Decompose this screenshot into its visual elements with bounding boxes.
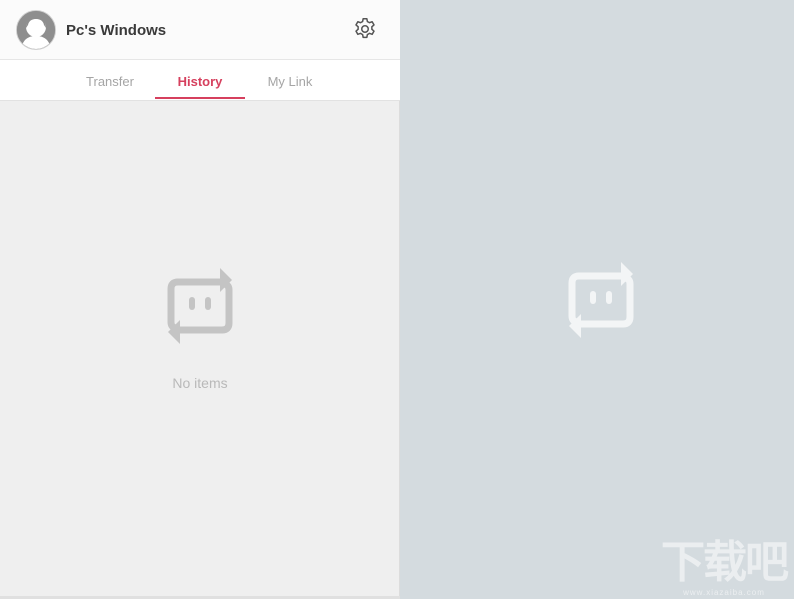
send-anywhere-logo-icon [565, 258, 637, 342]
send-anywhere-logo-icon [164, 264, 236, 348]
avatar[interactable] [16, 10, 56, 50]
tab-transfer[interactable]: Transfer [75, 60, 145, 100]
tab-my-link[interactable]: My Link [255, 60, 325, 100]
watermark-subtext: www.xiazaiba.com [683, 588, 765, 597]
tab-history[interactable]: History [155, 60, 245, 100]
device-name: Pc's Windows [66, 22, 167, 39]
tab-bar: Transfer History My Link [0, 60, 400, 101]
left-panel: Pc's Windows Transfer History My Link No… [0, 0, 400, 599]
user-silhouette-icon [17, 11, 55, 49]
gear-icon [355, 17, 375, 39]
empty-state-text: No items [172, 375, 228, 391]
app-window: Pc's Windows Transfer History My Link No… [0, 0, 794, 599]
settings-button[interactable] [352, 16, 378, 42]
right-panel: 下载吧 www.xiazaiba.com [401, 0, 794, 599]
profile-header: Pc's Windows [0, 0, 400, 60]
watermark: 下载吧 www.xiazaiba.com [657, 538, 791, 598]
active-tab-indicator [155, 97, 245, 99]
watermark-text: 下载吧 [661, 538, 789, 587]
